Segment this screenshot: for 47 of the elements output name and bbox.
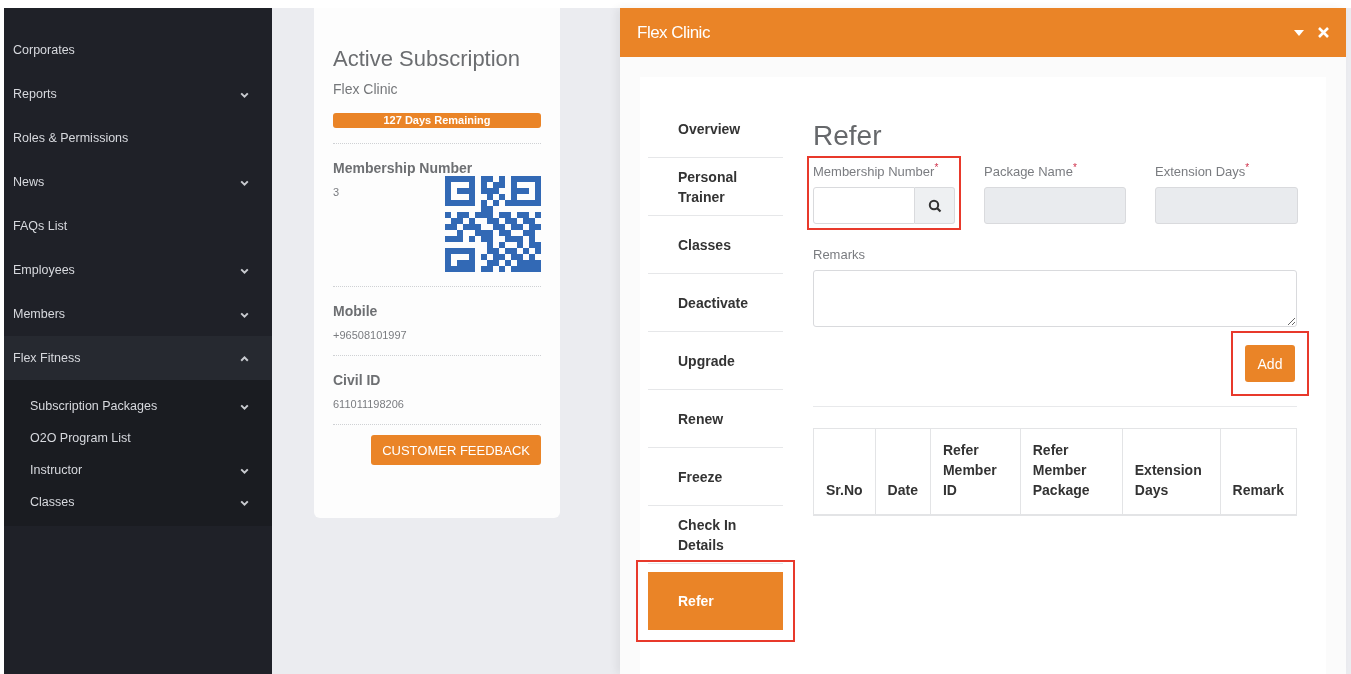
tab[interactable]: Upgrade xyxy=(648,332,783,390)
sidebar-item[interactable]: Classes xyxy=(4,486,272,518)
sidebar-item[interactable]: Employees xyxy=(4,248,272,292)
field-label: Remarks xyxy=(813,247,866,263)
modal-title: Flex Clinic xyxy=(637,22,710,43)
column-header: Refer Member ID xyxy=(930,428,1021,515)
field-label: Package Name$^{*}$ xyxy=(984,162,1078,180)
sidebar-item[interactable]: Corporates xyxy=(4,28,272,72)
column-header: Refer Member Package xyxy=(1020,428,1123,515)
field-label: Civil ID xyxy=(333,372,382,388)
club-name: Flex Clinic xyxy=(333,81,399,97)
sidebar-item[interactable]: Instructor xyxy=(4,454,272,486)
sidebar-item[interactable]: Subscription Packages xyxy=(4,390,272,422)
tab[interactable]: Freeze xyxy=(648,448,783,506)
field-value: +96508101997 xyxy=(333,329,408,341)
sidebar-item[interactable]: Flex Fitness xyxy=(4,336,272,380)
close-icon[interactable] xyxy=(1318,27,1329,38)
tab[interactable]: Classes xyxy=(648,216,783,274)
remarks-field[interactable] xyxy=(813,270,1297,328)
field-value: 3 xyxy=(333,186,340,198)
search-icon[interactable] xyxy=(915,187,955,225)
sidebar-item[interactable]: Members xyxy=(4,292,272,336)
field-label: Extension Days$^{*}$ xyxy=(1155,162,1251,180)
days-remaining-badge: 127 Days Remaining xyxy=(333,113,541,128)
column-header: Extension Days xyxy=(1122,428,1221,515)
column-header: Date xyxy=(875,428,931,515)
sidebar-item[interactable]: FAQs List xyxy=(4,204,272,248)
tab[interactable]: Check In Details xyxy=(648,506,783,564)
qr-code-icon xyxy=(445,176,541,272)
tab[interactable]: Personal Trainer xyxy=(648,158,783,216)
field-value: 611011198206 xyxy=(333,398,405,410)
field-label: Membership Number xyxy=(333,160,474,176)
sidebar-item[interactable]: Reports xyxy=(4,72,272,116)
input-field[interactable] xyxy=(813,187,915,225)
sidebar-item[interactable]: O2O Program List xyxy=(4,422,272,454)
sidebar-item[interactable]: Roles & Permissions xyxy=(4,116,272,160)
sidebar-item[interactable]: News xyxy=(4,160,272,204)
field-label: Mobile xyxy=(333,303,379,319)
dropdown-icon[interactable] xyxy=(1294,29,1304,36)
form-heading: Refer xyxy=(813,120,883,152)
card-title: Active Subscription xyxy=(333,46,522,72)
column-header: Sr.No xyxy=(813,428,876,515)
tab[interactable]: Deactivate xyxy=(648,274,783,332)
tab[interactable]: Overview xyxy=(648,100,783,158)
field-label: Membership Number$^{*}$ xyxy=(813,162,940,180)
column-header: Remark xyxy=(1220,428,1297,515)
tab[interactable]: Renew xyxy=(648,390,783,448)
